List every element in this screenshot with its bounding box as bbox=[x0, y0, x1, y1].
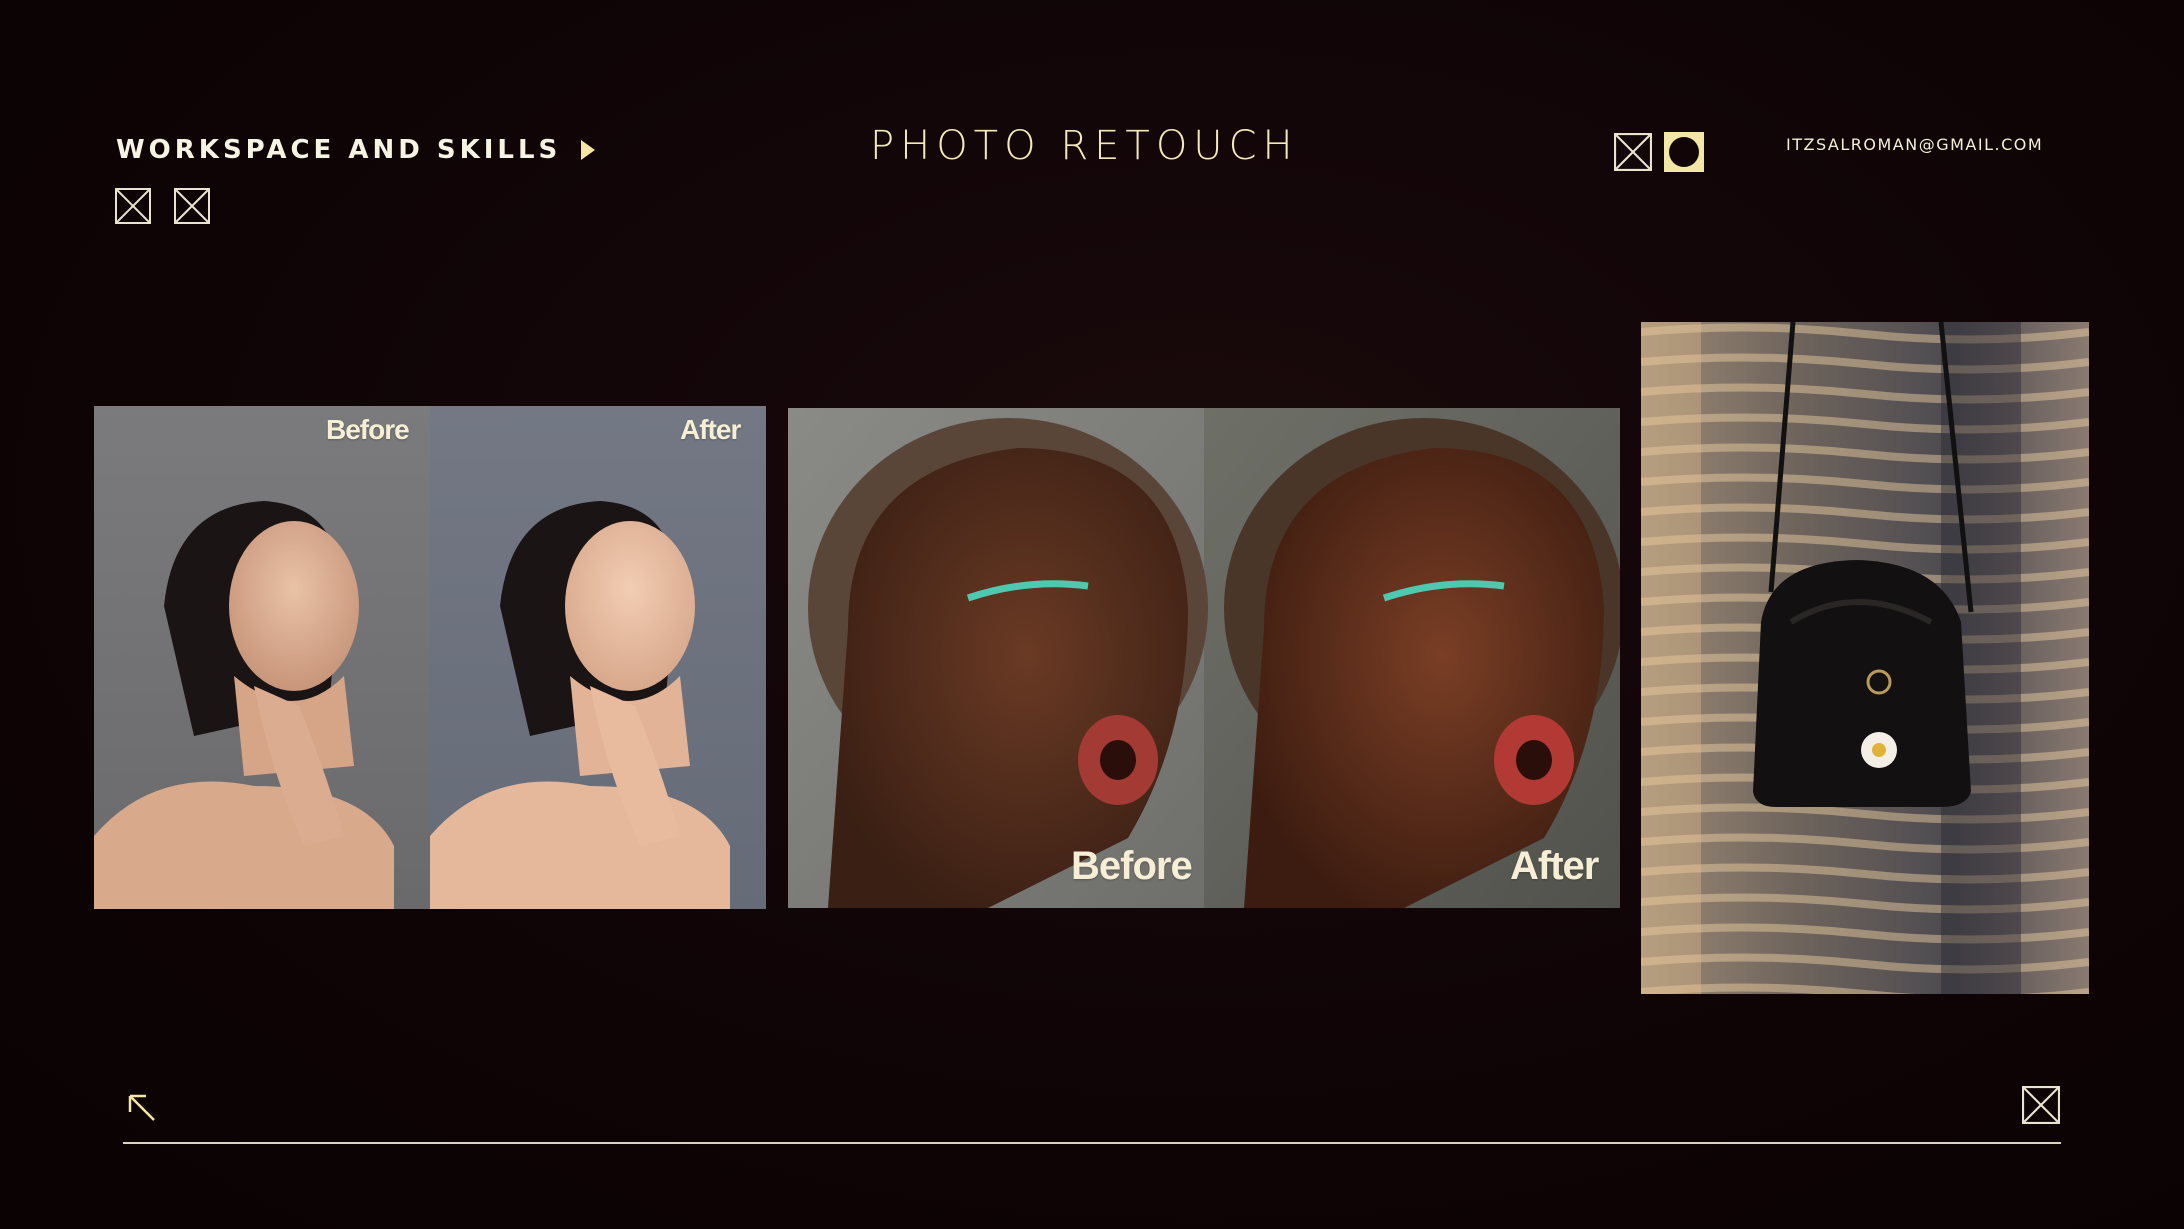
circle-badge-icon[interactable] bbox=[1664, 132, 1704, 172]
play-icon bbox=[581, 140, 596, 160]
image-placeholder-icon[interactable] bbox=[1614, 133, 1652, 171]
retouch-panel-2: Before After bbox=[788, 408, 1620, 908]
bag-image bbox=[1641, 322, 2089, 994]
after-label: After bbox=[1510, 844, 1599, 888]
retouch-panel-1: Before After bbox=[94, 406, 766, 909]
footer-divider bbox=[123, 1142, 2061, 1144]
image-placeholder-icon[interactable] bbox=[115, 188, 151, 224]
page-title: PHOTO RETOUCH bbox=[870, 123, 1299, 169]
image-placeholder-icon[interactable] bbox=[174, 188, 210, 224]
contact-email[interactable]: ITZSALROMAN@GMAIL.COM bbox=[1786, 135, 2043, 154]
portrait-1-image bbox=[94, 406, 766, 909]
portrait-2-image bbox=[788, 408, 1620, 908]
arrow-up-left-icon[interactable] bbox=[126, 1092, 158, 1124]
image-placeholder-icon[interactable] bbox=[2022, 1086, 2060, 1124]
before-label: Before bbox=[1071, 844, 1193, 888]
after-label: After bbox=[680, 414, 741, 445]
bag-photo bbox=[1641, 322, 2089, 994]
section-label: WORKSPACE AND SKILLS bbox=[116, 135, 562, 165]
section-nav[interactable]: WORKSPACE AND SKILLS bbox=[116, 135, 596, 165]
before-label: Before bbox=[326, 414, 410, 445]
